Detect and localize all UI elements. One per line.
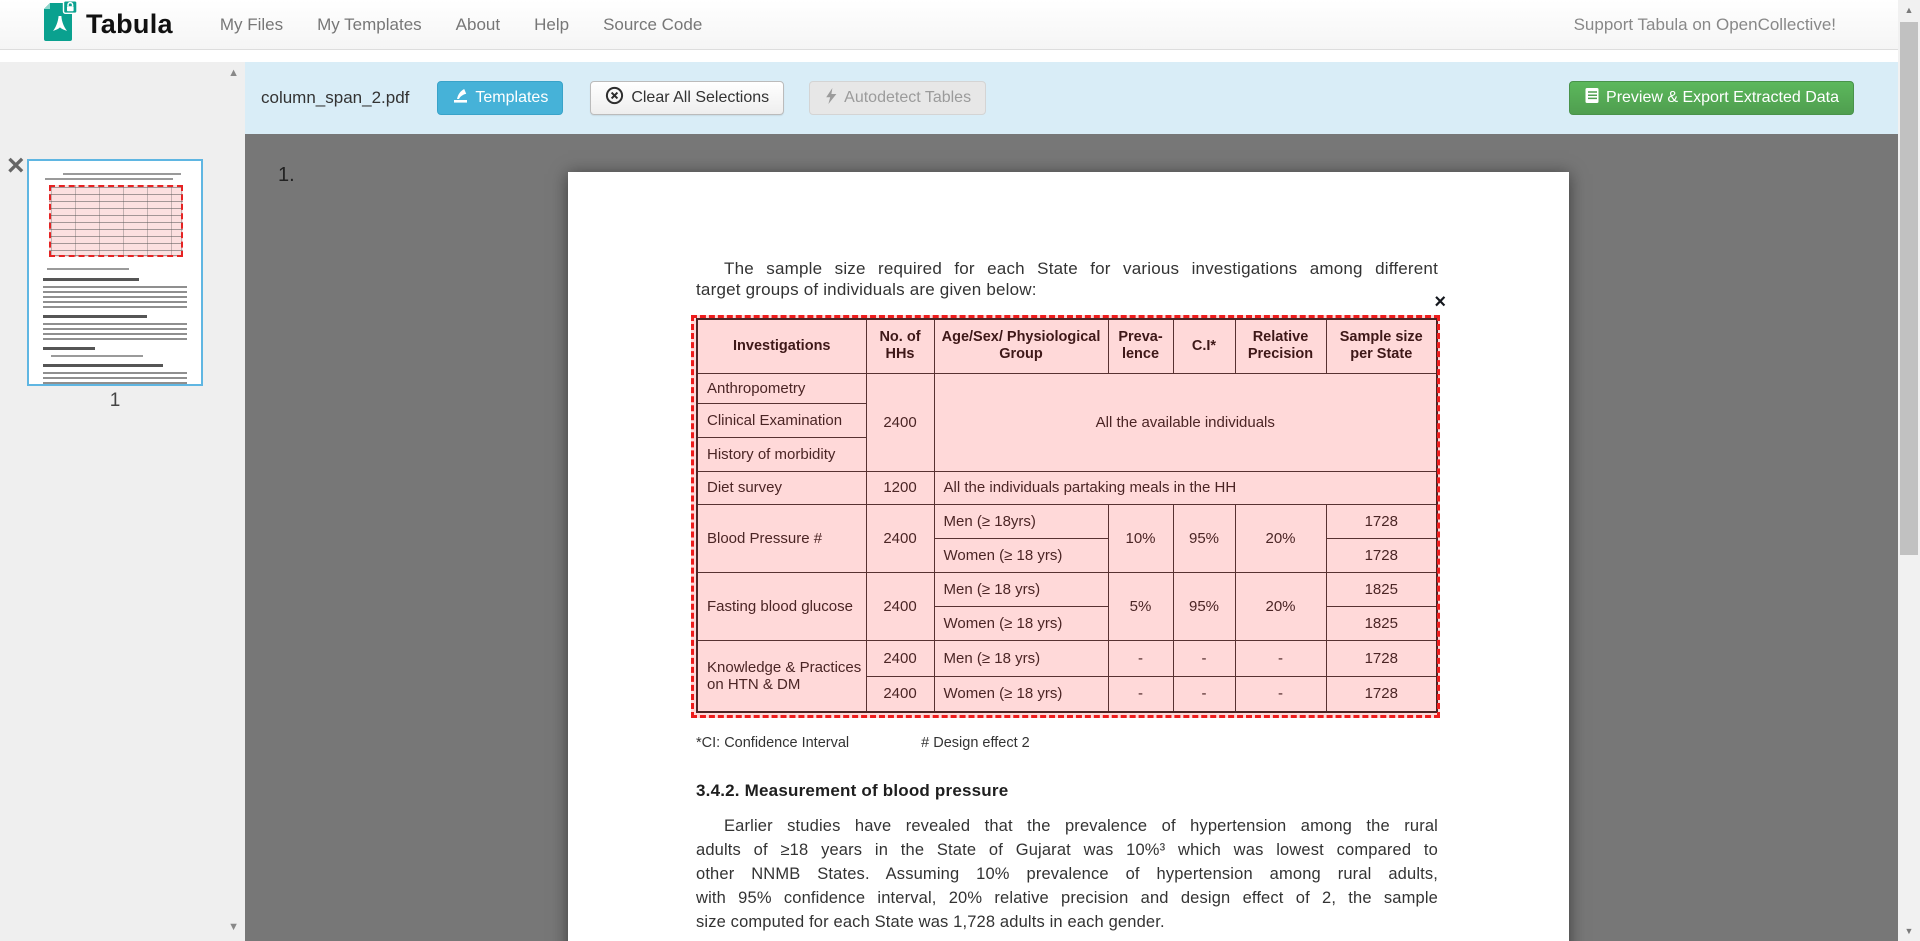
document-intro-line: target groups of individuals are given b… bbox=[696, 279, 1438, 300]
thumbnail-selection-overlay bbox=[49, 185, 183, 257]
brand-home-link[interactable]: Tabula bbox=[40, 0, 173, 49]
scrollbar-thumb[interactable] bbox=[1900, 22, 1918, 555]
clear-button-label: Clear All Selections bbox=[631, 89, 769, 107]
table-selection-overlay[interactable]: × bbox=[691, 315, 1440, 718]
nav-help[interactable]: Help bbox=[517, 15, 586, 35]
paragraph-line: other NNMB States. Assuming 10% prevalen… bbox=[696, 862, 1438, 886]
clear-selections-icon bbox=[605, 86, 631, 110]
paragraph-line: with 95% confidence interval, 20% relati… bbox=[696, 886, 1438, 910]
paragraph-line: size computed for each State was 1,728 a… bbox=[696, 910, 1438, 934]
preview-export-button[interactable]: Preview & Export Extracted Data bbox=[1569, 81, 1854, 115]
thumbnail-content bbox=[45, 178, 173, 180]
thumbnail-content bbox=[43, 323, 187, 340]
thumbnail-content bbox=[63, 173, 181, 175]
thumbnail-content bbox=[43, 286, 187, 308]
thumbnail-page-number: 1 bbox=[27, 390, 203, 412]
page-list-number: 1. bbox=[278, 164, 295, 187]
nav-about[interactable]: About bbox=[439, 15, 517, 35]
templates-button[interactable]: Templates bbox=[437, 81, 563, 115]
export-button-label: Preview & Export Extracted Data bbox=[1606, 89, 1839, 107]
scrollbar-down-icon[interactable]: ▼ bbox=[1898, 926, 1920, 936]
navbar: Tabula My Files My Templates About Help … bbox=[0, 0, 1898, 50]
tabula-app: Tabula My Files My Templates About Help … bbox=[0, 0, 1920, 941]
table-footnotes: *CI: Confidence Interval # Design effect… bbox=[696, 735, 1438, 751]
section-heading: 3.4.2. Measurement of blood pressure bbox=[696, 781, 1438, 801]
tabula-pdf-lock-logo-icon bbox=[40, 0, 78, 49]
close-icon[interactable]: × bbox=[7, 154, 25, 178]
support-opencollective-link[interactable]: Support Tabula on OpenCollective! bbox=[1574, 15, 1836, 35]
paragraph-line: Earlier studies have revealed that the p… bbox=[696, 814, 1438, 838]
open-filename: column_span_2.pdf bbox=[261, 88, 409, 108]
footnote-ci: *CI: Confidence Interval bbox=[696, 735, 849, 751]
thumbnail-content bbox=[43, 315, 147, 318]
pdf-viewer: 1. The sample size required for each Sta… bbox=[245, 134, 1898, 941]
brand-title: Tabula bbox=[86, 9, 173, 40]
templates-icon bbox=[452, 87, 475, 109]
document-paragraph: Earlier studies have revealed that the p… bbox=[696, 814, 1438, 934]
lightning-icon bbox=[824, 87, 844, 110]
pdf-page-1[interactable]: The sample size required for each State … bbox=[568, 172, 1569, 941]
page-1-thumbnail[interactable] bbox=[27, 159, 203, 386]
thumbnail-content bbox=[47, 268, 129, 270]
nav-my-files[interactable]: My Files bbox=[203, 15, 300, 35]
autodetect-button-label: Autodetect Tables bbox=[844, 89, 971, 107]
thumbnail-content bbox=[43, 364, 163, 367]
footnote-design-effect: # Design effect 2 bbox=[921, 735, 1030, 751]
document-intro-line: The sample size required for each State … bbox=[696, 258, 1438, 279]
window-scrollbar[interactable]: ▲ ▼ bbox=[1898, 0, 1920, 941]
export-data-icon bbox=[1584, 87, 1606, 109]
templates-button-label: Templates bbox=[475, 89, 548, 107]
nav-my-templates[interactable]: My Templates bbox=[300, 15, 439, 35]
thumbnail-content bbox=[43, 372, 187, 386]
main-nav: My Files My Templates About Help Source … bbox=[203, 15, 719, 35]
sidebar-scroll-down-icon[interactable]: ▼ bbox=[228, 921, 239, 933]
toolbar: column_span_2.pdf Templates Clear All Se… bbox=[245, 62, 1898, 134]
thumbnail-content bbox=[43, 347, 95, 350]
sidebar-scroll-up-icon[interactable]: ▲ bbox=[228, 67, 239, 79]
page-thumbnail-sidebar: × 1 ▲ ▼ bbox=[0, 62, 245, 941]
thumbnail-content bbox=[51, 355, 143, 357]
clear-all-selections-button[interactable]: Clear All Selections bbox=[590, 81, 784, 115]
scrollbar-up-icon[interactable]: ▲ bbox=[1898, 5, 1920, 15]
nav-source-code[interactable]: Source Code bbox=[586, 15, 719, 35]
selection-close-icon[interactable]: × bbox=[1434, 293, 1446, 311]
autodetect-tables-button[interactable]: Autodetect Tables bbox=[809, 81, 986, 115]
document-table-area: Investigations No. of HHs Age/Sex/ Physi… bbox=[696, 318, 1436, 713]
thumbnail-content bbox=[43, 278, 139, 281]
paragraph-line: adults of ≥18 years in the State of Guja… bbox=[696, 838, 1438, 862]
